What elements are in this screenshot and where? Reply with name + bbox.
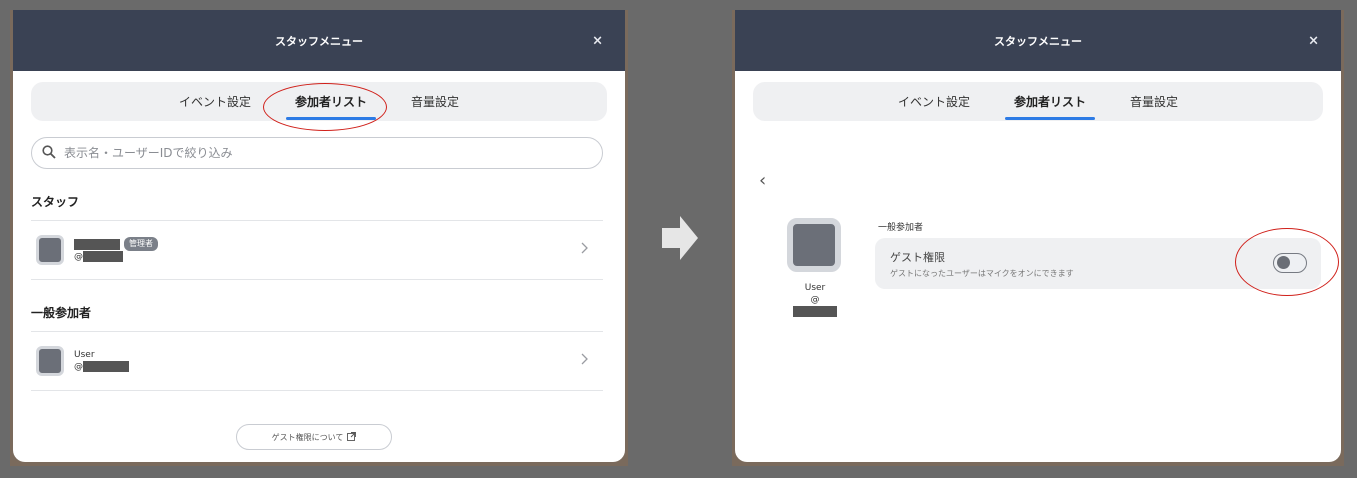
tab-participant-list[interactable]: 参加者リスト: [1004, 85, 1096, 120]
redacted-id: [793, 306, 837, 317]
right-screenshot: スタッフメニュー × イベント設定 参加者リスト 音量設定 ‹ User @ 一…: [732, 10, 1344, 466]
avatar: [36, 235, 64, 265]
permission-description: ゲストになったユーザーはマイクをオンにできます: [890, 269, 1074, 278]
staff-list-item[interactable]: 管理者 @: [31, 221, 603, 280]
search-icon: [42, 144, 56, 163]
guest-permission-info-button[interactable]: ゲスト権限について: [236, 424, 392, 450]
search-input[interactable]: [62, 145, 586, 161]
window-header: スタッフメニュー ×: [735, 10, 1341, 71]
staff-menu-window: スタッフメニュー × イベント設定 参加者リスト 音量設定 ‹ User @ 一…: [735, 10, 1341, 462]
annotation-circle: [263, 83, 387, 131]
guest-button-label: ゲスト権限について: [271, 432, 344, 442]
staff-menu-window: スタッフメニュー × イベント設定 参加者リスト 音量設定 スタッフ 管理者 @: [13, 10, 625, 462]
redacted-id: [83, 361, 129, 372]
general-section-title: 一般参加者: [31, 306, 92, 320]
tab-event-settings[interactable]: イベント設定: [894, 85, 974, 118]
user-info: User @: [74, 349, 129, 373]
permission-title: ゲスト権限: [890, 251, 945, 264]
tab-volume-settings[interactable]: 音量設定: [407, 85, 463, 118]
user-name: User: [74, 350, 95, 360]
user-id-prefix: @: [810, 295, 820, 305]
external-link-icon: [347, 431, 357, 443]
user-id-prefix: @: [74, 252, 83, 262]
annotation-circle: [1235, 228, 1339, 296]
participant-type-label: 一般参加者: [878, 223, 924, 233]
redacted-name: [74, 238, 120, 250]
tab-event-settings[interactable]: イベント設定: [175, 85, 255, 118]
admin-badge: 管理者: [124, 237, 158, 251]
tab-volume-settings[interactable]: 音量設定: [1126, 85, 1182, 118]
close-icon[interactable]: ×: [1308, 33, 1319, 48]
arrow-right-icon: [662, 216, 698, 260]
avatar: [36, 346, 64, 376]
user-id-prefix: @: [74, 362, 83, 372]
close-icon[interactable]: ×: [592, 33, 603, 48]
window-title: スタッフメニュー: [994, 34, 1082, 48]
redacted-id: [83, 251, 123, 262]
staff-section-title: スタッフ: [31, 195, 80, 209]
user-name: User: [804, 283, 826, 293]
window-header: スタッフメニュー ×: [13, 10, 625, 71]
avatar: [787, 218, 841, 272]
window-title: スタッフメニュー: [275, 34, 363, 48]
chevron-right-icon: [581, 353, 589, 369]
left-screenshot: スタッフメニュー × イベント設定 参加者リスト 音量設定 スタッフ 管理者 @: [10, 10, 628, 466]
search-box[interactable]: [31, 137, 603, 169]
back-chevron-icon[interactable]: ‹: [759, 170, 766, 191]
tab-bar: イベント設定 参加者リスト 音量設定: [753, 82, 1323, 121]
user-info: 管理者 @: [74, 237, 158, 263]
participant-list-item[interactable]: User @: [31, 332, 603, 391]
user-info: User @: [793, 282, 837, 318]
chevron-right-icon: [581, 242, 589, 258]
